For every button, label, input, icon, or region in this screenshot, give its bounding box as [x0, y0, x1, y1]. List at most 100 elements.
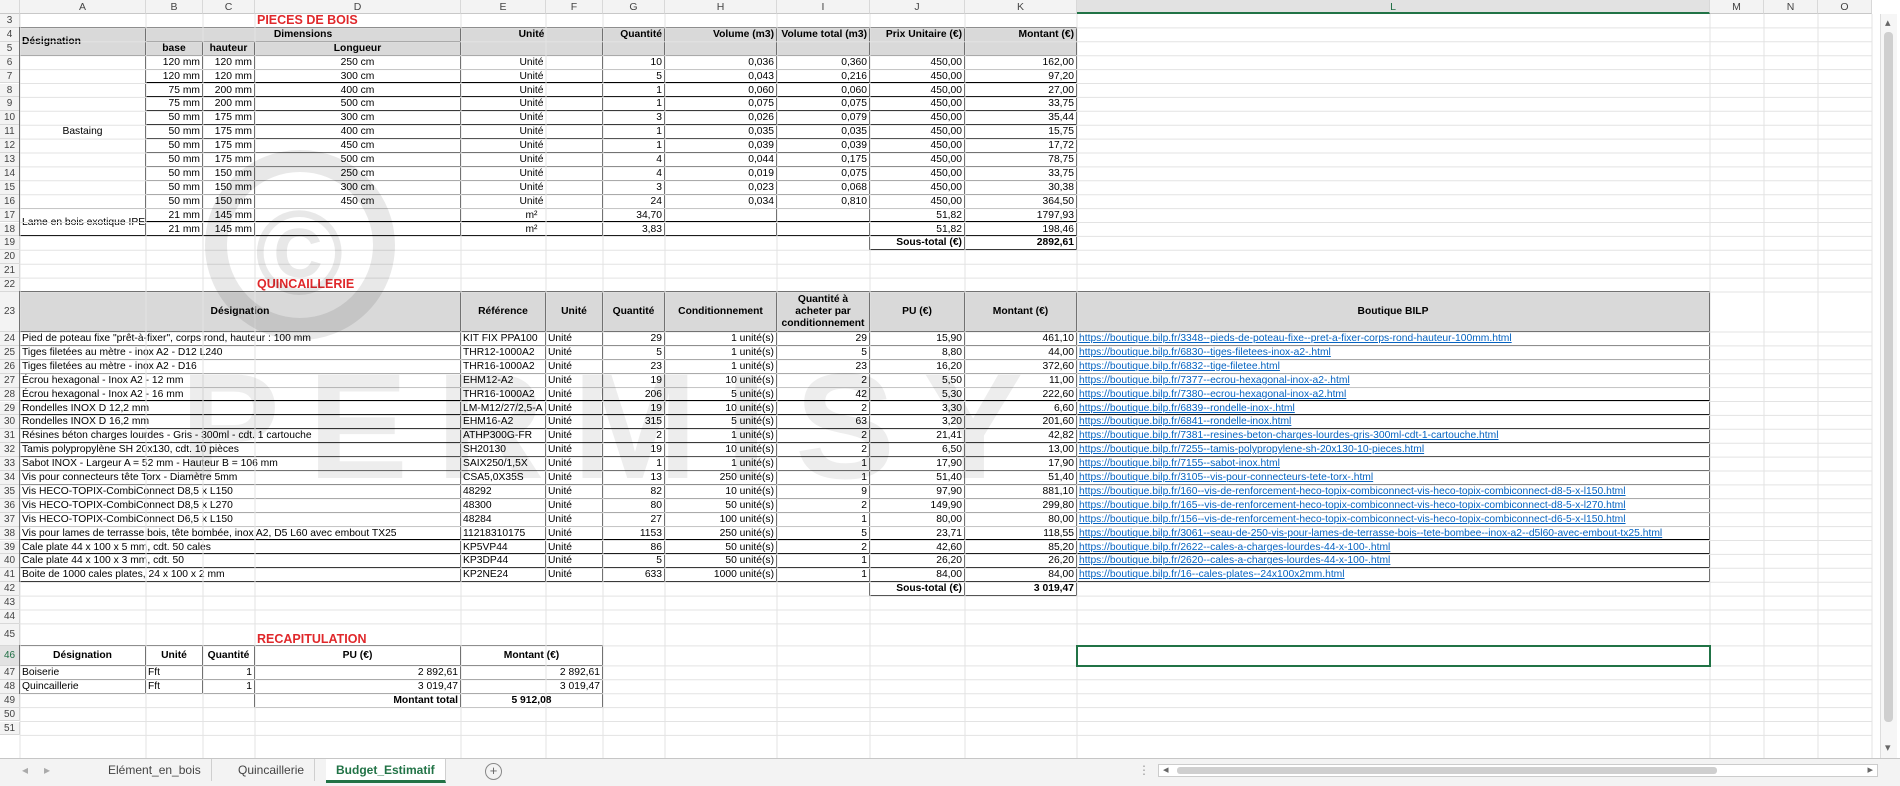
horizontal-scrollbar[interactable]: ◂ ▸: [1158, 764, 1878, 777]
cell-designation[interactable]: Vis pour connecteurs tête Torx - Diamètr…: [19, 470, 461, 485]
cell-unite[interactable]: Unité: [545, 400, 603, 416]
cell-reference[interactable]: 48284: [460, 511, 546, 527]
cell-unite[interactable]: Unité: [460, 138, 603, 153]
link-boutique[interactable]: https://boutique.bilp.fr/6841--rondelle-…: [1076, 414, 1710, 430]
tab-quincaillerie[interactable]: Quincaillerie: [228, 759, 316, 781]
cell-unite[interactable]: Unité: [545, 386, 603, 402]
cell-volume[interactable]: 0,035: [664, 124, 777, 140]
cell-pu[interactable]: 149,90: [869, 497, 965, 513]
cell-montant[interactable]: 299,80: [964, 497, 1077, 513]
cell-quantite[interactable]: 5: [602, 68, 665, 84]
section-title-recapitulation[interactable]: RECAPITULATION: [255, 624, 461, 646]
link-boutique[interactable]: https://boutique.bilp.fr/7381--resines-b…: [1076, 428, 1710, 444]
cell-montant[interactable]: 84,00: [964, 567, 1077, 583]
cell-unite[interactable]: Unité: [545, 483, 603, 499]
row-header-21[interactable]: 21: [0, 264, 20, 279]
cell-pu[interactable]: 450,00: [869, 110, 965, 126]
cell-montant[interactable]: 33,75: [964, 165, 1077, 181]
cell-pu[interactable]: 450,00: [869, 82, 965, 98]
header-designation[interactable]: Désignation: [19, 644, 146, 666]
cell-montant[interactable]: 222,60: [964, 386, 1077, 402]
cell-quantite[interactable]: 315: [602, 414, 665, 430]
section-title-bois[interactable]: PIECES DE BOIS: [255, 13, 461, 28]
header-pu[interactable]: PU (€): [254, 644, 461, 666]
cell-unite[interactable]: Unité: [460, 110, 603, 126]
cell-volume-total[interactable]: 0,075: [776, 96, 870, 112]
header-volume-total[interactable]: Volume total (m3): [776, 26, 870, 56]
cell-quantite[interactable]: 19: [602, 442, 665, 458]
link-boutique[interactable]: https://boutique.bilp.fr/7155--sabot-ino…: [1076, 456, 1710, 471]
cell-quantite[interactable]: 80: [602, 497, 665, 513]
cell-pu[interactable]: 8,80: [869, 344, 965, 360]
horizontal-scroll-thumb[interactable]: [1177, 767, 1717, 774]
subtotal-bois[interactable]: 2892,61: [964, 235, 1077, 251]
column-header-n[interactable]: N: [1764, 0, 1818, 14]
cell-designation[interactable]: Tamis polypropylène SH 20x130, cdt. 10 p…: [19, 442, 461, 458]
cell-longueur[interactable]: 300 cm: [254, 68, 461, 84]
cell-unite[interactable]: Unité: [545, 344, 603, 360]
header-quantite-acheter[interactable]: Quantité à acheter par conditionnement: [776, 291, 870, 332]
cell-unite[interactable]: Unité: [545, 456, 603, 471]
cell-quantite-acheter[interactable]: 2: [776, 539, 870, 555]
group-lame-ipe[interactable]: Lame en bois exotique IPE: [19, 207, 146, 237]
row-header-46[interactable]: 46: [0, 645, 20, 666]
cell-unite[interactable]: Unité: [545, 428, 603, 444]
cell-base[interactable]: 75 mm: [145, 82, 203, 98]
row-header-25[interactable]: 25: [0, 345, 20, 360]
row-header-35[interactable]: 35: [0, 484, 20, 499]
row-header-48[interactable]: 48: [0, 679, 20, 694]
cell-designation[interactable]: Écrou hexagonal - Inox A2 - 12 mm: [19, 372, 461, 388]
cell-hauteur[interactable]: 145 mm: [202, 221, 255, 237]
cell-quantite[interactable]: 1: [602, 138, 665, 153]
column-header-o[interactable]: O: [1818, 0, 1872, 14]
cell-designation[interactable]: Tiges filetées au mètre - inox A2 - D16: [19, 358, 461, 374]
cell-reference[interactable]: SAIX250/1,5X: [460, 456, 546, 471]
next-sheet-icon[interactable]: ▸: [44, 763, 50, 777]
cell-quantite[interactable]: 3: [602, 110, 665, 126]
cell-base[interactable]: 120 mm: [145, 54, 203, 70]
cell-pu[interactable]: 51,82: [869, 207, 965, 223]
cell-designation[interactable]: Résines béton charges lourdes - Gris - 3…: [19, 428, 461, 444]
cell-quantite[interactable]: 13: [602, 470, 665, 485]
row-header-5[interactable]: 5: [0, 41, 20, 56]
cell-designation[interactable]: Vis HECO-TOPIX-CombiConnect D6,5 x L150: [19, 511, 461, 527]
cell-montant[interactable]: 15,75: [964, 124, 1077, 140]
cell-conditionnement[interactable]: 250 unité(s): [664, 470, 777, 485]
cell-quantite-acheter[interactable]: 1: [776, 470, 870, 485]
cell-reference[interactable]: SH20130: [460, 442, 546, 458]
cell-reference[interactable]: LM-M12/27/2,5-A: [460, 400, 546, 416]
cell-base[interactable]: 50 mm: [145, 193, 203, 209]
header-conditionnement[interactable]: Conditionnement: [664, 291, 777, 332]
row-header-15[interactable]: 15: [0, 180, 20, 195]
cell-longueur[interactable]: 500 cm: [254, 152, 461, 167]
row-header-29[interactable]: 29: [0, 401, 20, 416]
row-header-10[interactable]: 10: [0, 111, 20, 126]
cell-montant[interactable]: 6,60: [964, 400, 1077, 416]
cell-montant[interactable]: 78,75: [964, 152, 1077, 167]
cell-quantite[interactable]: 19: [602, 372, 665, 388]
cell-longueur[interactable]: 250 cm: [254, 165, 461, 181]
cell-quantite-acheter[interactable]: 1: [776, 511, 870, 527]
cell-unite[interactable]: m²: [460, 207, 603, 223]
cell-unite[interactable]: m²: [460, 221, 603, 237]
link-boutique[interactable]: https://boutique.bilp.fr/7377--ecrou-hex…: [1076, 372, 1710, 388]
cell-unite[interactable]: Unité: [545, 331, 603, 346]
link-boutique[interactable]: https://boutique.bilp.fr/160--vis-de-ren…: [1076, 483, 1710, 499]
cell-conditionnement[interactable]: 5 unité(s): [664, 386, 777, 402]
cell-base[interactable]: 21 mm: [145, 207, 203, 223]
cell-montant[interactable]: 51,40: [964, 470, 1077, 485]
header-quantite[interactable]: Quantité: [602, 291, 665, 332]
cell-montant[interactable]: 44,00: [964, 344, 1077, 360]
cell-volume-total[interactable]: 0,360: [776, 54, 870, 70]
cell-pu[interactable]: 17,90: [869, 456, 965, 471]
cell-volume-total[interactable]: 0,079: [776, 110, 870, 126]
row-header-43[interactable]: 43: [0, 596, 20, 610]
spreadsheet-grid[interactable]: A B C D E F G H I J K L M N O 3 4 5 6 7 8 9 10 11 12 13 14 15 16 17 18…: [0, 0, 1900, 758]
cell-designation[interactable]: Rondelles INOX D 16,2 mm: [19, 414, 461, 430]
row-header-11[interactable]: 11: [0, 125, 20, 140]
cell-quantite[interactable]: 1: [602, 124, 665, 140]
cell-reference[interactable]: THR16-1000A2: [460, 358, 546, 374]
header-unite[interactable]: Unité: [460, 26, 603, 56]
cell-designation[interactable]: Vis HECO-TOPIX-CombiConnect D8,5 x L150: [19, 483, 461, 499]
cell-hauteur[interactable]: 120 mm: [202, 68, 255, 84]
